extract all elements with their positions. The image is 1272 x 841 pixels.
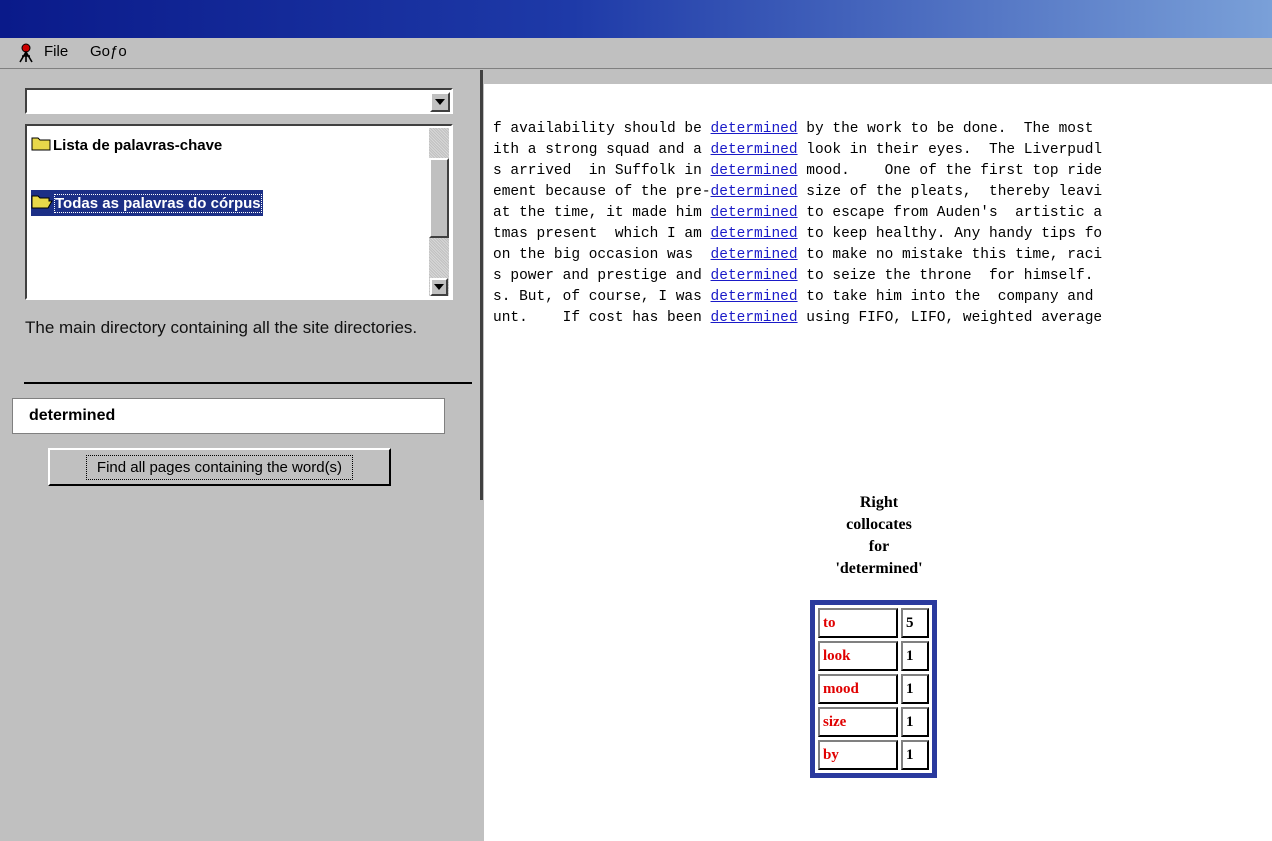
folder-icon (31, 135, 51, 155)
tree-item-label: Todas as palavras do córpus (54, 193, 262, 213)
left-context: s arrived in Suffolk in (493, 163, 711, 179)
tree-item-keyword-list[interactable]: Lista de palavras-chave (31, 132, 222, 158)
find-pages-button[interactable]: Find all pages containing the word(s) (48, 448, 391, 486)
left-context: ement because of the pre- (493, 184, 711, 200)
right-context: to keep healthy. Any handy tips fo (797, 226, 1103, 242)
concordance-line: s. But, of course, I was determined to t… (493, 287, 1102, 308)
directory-description: The main directory containing all the si… (25, 318, 418, 337)
left-panel: Lista de palavras-chave Todas as palavra… (8, 70, 480, 841)
concordance-line: s arrived in Suffolk in determined mood.… (493, 161, 1102, 182)
keyword-link[interactable]: determined (711, 121, 798, 137)
collocate-count: 1 (901, 707, 929, 737)
keyword-link[interactable]: determined (711, 184, 798, 200)
concordance-line: ement because of the pre-determined size… (493, 182, 1102, 203)
app-icon[interactable] (16, 42, 36, 68)
collocate-row: by 1 (818, 740, 929, 770)
keyword-link[interactable]: determined (711, 289, 798, 305)
concordance-line: at the time, it made him determined to e… (493, 203, 1102, 224)
search-input[interactable]: determined (12, 398, 445, 434)
collocates-title-line: collocates (846, 516, 912, 533)
keyword-link[interactable]: determined (711, 163, 798, 179)
site-dropdown[interactable] (25, 88, 453, 114)
collocate-count: 1 (901, 641, 929, 671)
left-context: on the big occasion was (493, 247, 711, 263)
tree-item-all-corpus-words[interactable]: Todas as palavras do córpus (31, 190, 263, 216)
keyword-link[interactable]: determined (711, 142, 798, 158)
concordance-line: f availability should be determined by t… (493, 119, 1102, 140)
keyword-link[interactable]: determined (711, 205, 798, 221)
left-context: s. But, of course, I was (493, 289, 711, 305)
menu-file[interactable]: File (44, 43, 68, 60)
concordance-line: unt. If cost has been determined using F… (493, 308, 1102, 329)
right-context: using FIFO, LIFO, weighted average (797, 310, 1103, 326)
left-context: ith a strong squad and a (493, 142, 711, 158)
left-context: unt. If cost has been (493, 310, 711, 326)
collocates-title-line: for (868, 538, 890, 555)
collocates-title: Right collocates for 'determined' (784, 492, 974, 580)
content-panel: f availability should be determined by t… (484, 84, 1272, 841)
divider (24, 382, 472, 384)
right-context: by the work to be done. The most (797, 121, 1094, 137)
collocates-title-line: Right (859, 494, 899, 511)
collocate-row: look 1 (818, 641, 929, 671)
keyword-link[interactable]: determined (711, 310, 798, 326)
keyword-link[interactable]: determined (711, 247, 798, 263)
menu-goto[interactable]: Goƒo (90, 43, 127, 60)
panel-splitter[interactable] (480, 70, 483, 500)
tree-item-label: Lista de palavras-chave (53, 136, 223, 154)
concordance-line: s power and prestige and determined to s… (493, 266, 1102, 287)
folder-open-icon (31, 193, 53, 213)
left-context: tmas present which I am (493, 226, 711, 242)
collocate-word: look (818, 641, 898, 671)
tree-scrollbar[interactable] (429, 128, 449, 296)
right-context: size of the pleats, thereby leavi (797, 184, 1103, 200)
collocate-word: to (818, 608, 898, 638)
collocates-title-line: 'determined' (835, 560, 923, 577)
right-context: to escape from Auden's artistic a (797, 205, 1103, 221)
chevron-down-icon (434, 284, 444, 290)
collocate-count: 1 (901, 740, 929, 770)
title-bar (0, 0, 1272, 38)
scroll-down-button[interactable] (430, 278, 448, 296)
collocate-row: mood 1 (818, 674, 929, 704)
right-context: to seize the throne for himself. (797, 268, 1094, 284)
right-context: to make no mistake this time, raci (797, 247, 1103, 263)
dropdown-button[interactable] (430, 92, 450, 112)
right-context: to take him into the company and (797, 289, 1094, 305)
scrollbar-thumb[interactable] (429, 158, 449, 238)
right-context: look in their eyes. The Liverpudl (797, 142, 1103, 158)
collocate-word: mood (818, 674, 898, 704)
collocate-word: size (818, 707, 898, 737)
concordance-line: ith a strong squad and a determined look… (493, 140, 1102, 161)
directory-tree[interactable]: Lista de palavras-chave Todas as palavra… (25, 124, 453, 300)
concordance-lines: f availability should be determined by t… (493, 119, 1102, 329)
left-context: at the time, it made him (493, 205, 711, 221)
keyword-link[interactable]: determined (711, 268, 798, 284)
collocate-count: 5 (901, 608, 929, 638)
collocate-row: size 1 (818, 707, 929, 737)
menu-bar: File Goƒo (0, 38, 1272, 69)
keyword-link[interactable]: determined (711, 226, 798, 242)
concordance-line: tmas present which I am determined to ke… (493, 224, 1102, 245)
collocates-table: to 5 look 1 mood 1 size 1 by 1 (810, 600, 937, 778)
chevron-down-icon (435, 99, 445, 105)
left-context: s power and prestige and (493, 268, 711, 284)
concordance-line: on the big occasion was determined to ma… (493, 245, 1102, 266)
find-pages-button-label: Find all pages containing the word(s) (85, 454, 354, 480)
collocate-count: 1 (901, 674, 929, 704)
right-context: mood. One of the first top ride (797, 163, 1103, 179)
collocate-word: by (818, 740, 898, 770)
left-context: f availability should be (493, 121, 711, 137)
collocate-row: to 5 (818, 608, 929, 638)
